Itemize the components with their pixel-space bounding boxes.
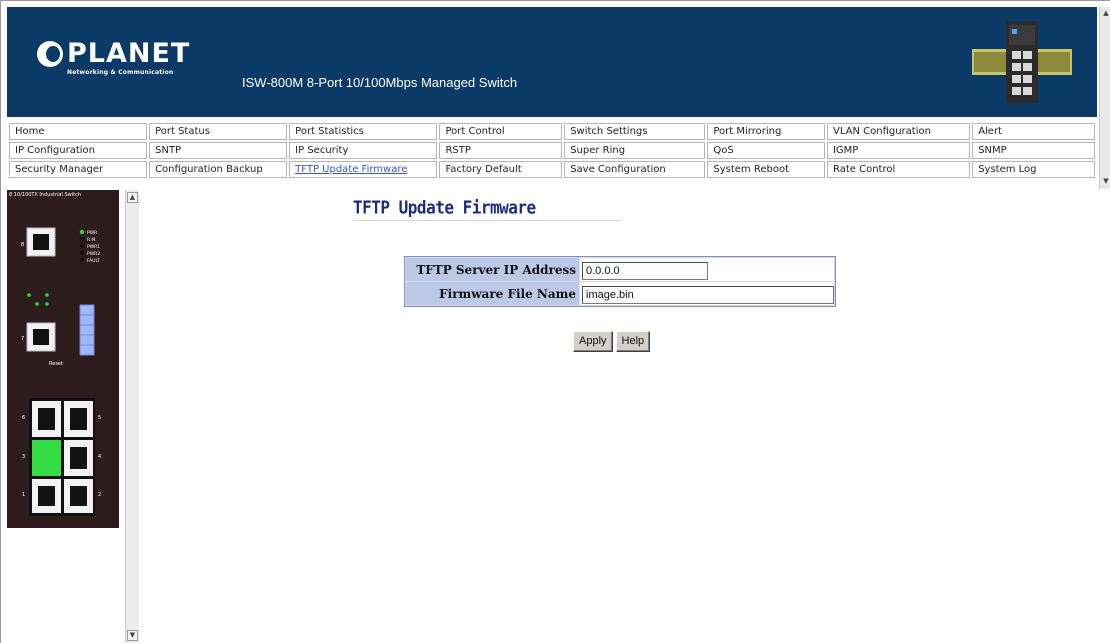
nav-row: Home Port Status Port Statistics Port Contr…	[9, 123, 1095, 140]
server-ip-label: TFTP Server IP Address	[406, 258, 579, 281]
tftp-form: TFTP Server IP Address Firmware File Nam…	[404, 256, 836, 307]
svg-text:8: 8	[21, 242, 24, 248]
nav-item-rstp[interactable]: RSTP	[439, 142, 563, 159]
title-underline	[353, 220, 621, 221]
svg-text:2: 2	[98, 492, 101, 498]
nav-menu: Home Port Status Port Statistics Port Contr…	[7, 121, 1097, 180]
svg-text:4: 4	[98, 454, 101, 460]
scroll-up-icon[interactable]: ▲	[127, 192, 138, 203]
left-scrollbar[interactable]: ▲ ▼	[125, 190, 139, 643]
nav-item-super-ring[interactable]: Super Ring	[564, 142, 706, 159]
nav-row: Security Manager Configuration Backup TFTP…	[9, 161, 1095, 178]
server-ip-input[interactable]	[582, 262, 708, 280]
planet-logo: PLANET	[37, 38, 191, 69]
nav-item-port-status[interactable]: Port Status	[149, 123, 288, 140]
scroll-down-icon[interactable]: ▼	[127, 630, 138, 641]
form-row-file-name: Firmware File Name	[406, 282, 834, 305]
nav-item-alert[interactable]: Alert	[972, 123, 1095, 140]
scroll-down-icon[interactable]: ▼	[1102, 177, 1110, 185]
logo-subtitle: Networking & Communication	[67, 69, 174, 76]
nav-item-port-control[interactable]: Port Control	[439, 123, 563, 140]
file-name-cell	[580, 282, 834, 305]
nav-item-ip-configuration[interactable]: IP Configuration	[9, 142, 148, 159]
nav-item-factory-default[interactable]: Factory Default	[439, 161, 563, 178]
header-banner: PLANET Networking & Communication ISW-80…	[7, 7, 1097, 117]
file-name-input[interactable]	[582, 286, 834, 304]
help-button[interactable]: Help	[615, 331, 651, 352]
nav-item-save-configuration[interactable]: Save Configuration	[564, 161, 706, 178]
nav-item-tftp-update-firmware[interactable]: TFTP Update Firmware	[289, 161, 438, 178]
nav-item-system-log[interactable]: System Log	[972, 161, 1095, 178]
nav-item-snmp[interactable]: SNMP	[972, 142, 1095, 159]
nav-item-port-statistics[interactable]: Port Statistics	[289, 123, 438, 140]
product-title: ISW-800M 8-Port 10/100Mbps Managed Switc…	[242, 75, 518, 90]
reset-label: Reset	[49, 361, 63, 367]
svg-text:1: 1	[22, 492, 25, 498]
svg-text:6: 6	[22, 415, 25, 421]
nav-item-configuration-backup[interactable]: Configuration Backup	[149, 161, 288, 178]
page: PLANET Networking & Communication ISW-80…	[0, 0, 1110, 643]
nav-item-qos[interactable]: QoS	[707, 142, 825, 159]
svg-text:PWR: PWR	[87, 230, 97, 236]
svg-text:5: 5	[98, 415, 101, 421]
switch-device-icon	[972, 21, 1072, 103]
nav-item-sntp[interactable]: SNTP	[149, 142, 288, 159]
svg-text:PWR1: PWR1	[87, 244, 100, 250]
apply-button[interactable]: Apply	[573, 331, 613, 352]
switch-panel-graphic: 8 PWR R.M. PWR1 PWR2 FAULT 7 6 5 3 4 1 2	[21, 227, 101, 516]
nav-item-ip-security[interactable]: IP Security	[289, 142, 438, 159]
planet-logo-icon	[37, 41, 63, 67]
nav-item-port-mirroring[interactable]: Port Mirroring	[707, 123, 825, 140]
form-buttons: Apply Help	[573, 331, 651, 352]
scroll-up-icon[interactable]: ▲	[1102, 9, 1110, 17]
svg-text:R.M.: R.M.	[87, 237, 97, 243]
switch-front-panel: 8 10/100TX Industrial Switch 8 PWR R.M. …	[7, 190, 119, 528]
nav-item-rate-control[interactable]: Rate Control	[826, 161, 971, 178]
nav-row: IP Configuration SNTP IP Security RSTP Super…	[9, 142, 1095, 159]
form-row-server-ip: TFTP Server IP Address	[406, 258, 834, 281]
svg-text:3: 3	[22, 454, 25, 460]
logo-text: PLANET	[67, 38, 191, 69]
nav-item-security-manager[interactable]: Security Manager	[9, 161, 148, 178]
nav-item-system-reboot[interactable]: System Reboot	[707, 161, 825, 178]
page-title: TFTP Update Firmware	[353, 197, 536, 218]
server-ip-cell	[580, 258, 834, 281]
nav-item-vlan-configuration[interactable]: VLAN Configuration	[826, 123, 971, 140]
nav-item-igmp[interactable]: IGMP	[826, 142, 971, 159]
svg-text:7: 7	[21, 336, 24, 342]
svg-text:PWR2: PWR2	[87, 251, 100, 257]
nav-item-home[interactable]: Home	[9, 123, 148, 140]
file-name-label: Firmware File Name	[406, 282, 579, 305]
header-scrollbar[interactable]: ▲ ▼	[1099, 7, 1110, 189]
svg-text:FAULT: FAULT	[87, 258, 100, 264]
nav-item-switch-settings[interactable]: Switch Settings	[564, 123, 706, 140]
left-frame: 8 10/100TX Industrial Switch 8 PWR R.M. …	[7, 190, 141, 643]
